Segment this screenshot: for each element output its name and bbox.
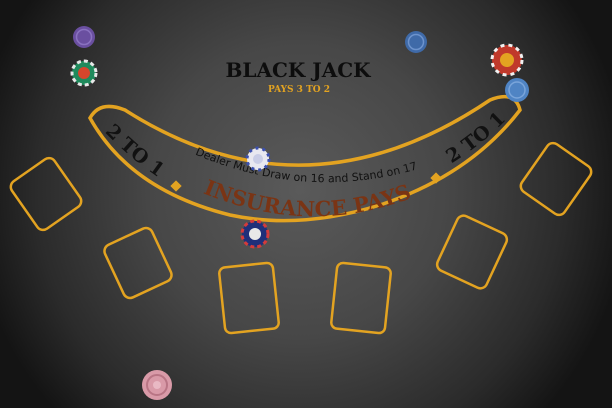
pink-chip[interactable]	[142, 370, 172, 400]
red-chip[interactable]	[490, 43, 524, 77]
blue-chip-top[interactable]	[405, 31, 427, 53]
navy-chip[interactable]	[240, 219, 270, 249]
lightblue-chip[interactable]	[505, 78, 529, 102]
table-subtitle: PAYS 3 TO 2	[268, 85, 330, 95]
white-chip[interactable]	[245, 146, 271, 172]
purple-chip[interactable]	[73, 26, 95, 48]
green-chip[interactable]	[70, 59, 98, 87]
blackjack-table: BLACK JACK PAYS 3 TO 2 Dealer Must Draw …	[0, 0, 612, 408]
table-title: BLACK JACK	[225, 58, 371, 82]
